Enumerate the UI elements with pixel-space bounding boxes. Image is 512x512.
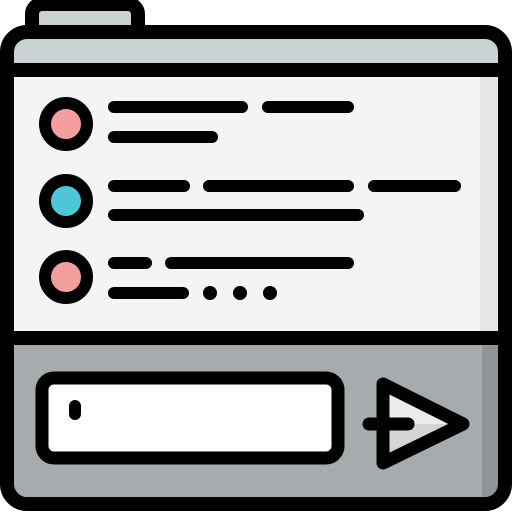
avatar (39, 174, 93, 228)
chat-window-icon (0, 0, 512, 511)
content-area-shade (480, 77, 498, 333)
avatar (39, 250, 93, 304)
typing-dots (203, 286, 277, 300)
message-input[interactable] (35, 371, 345, 465)
avatar (39, 97, 93, 151)
